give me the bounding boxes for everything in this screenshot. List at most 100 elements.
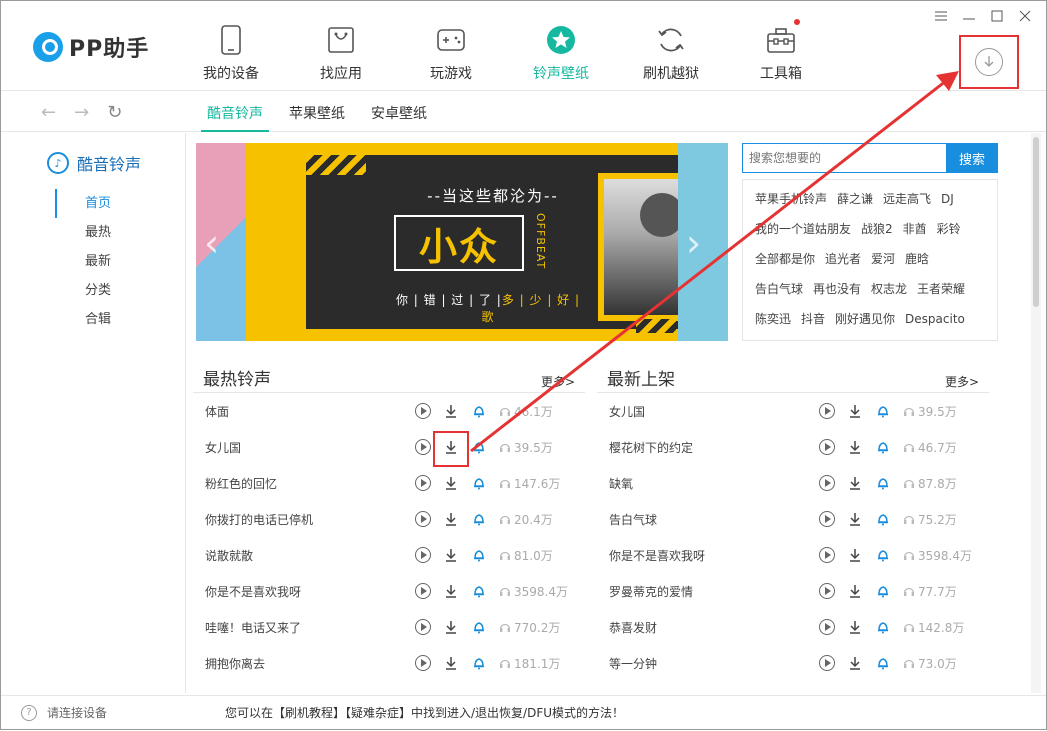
- download-icon[interactable]: [443, 583, 459, 599]
- help-icon[interactable]: ?: [21, 704, 37, 721]
- download-icon[interactable]: [847, 583, 863, 599]
- hot-word[interactable]: 彩铃: [937, 218, 961, 248]
- hot-word[interactable]: 薛之谦: [837, 188, 873, 218]
- set-ringtone-bell-icon[interactable]: [471, 403, 487, 419]
- ringtone-name[interactable]: 说散就散: [205, 547, 415, 564]
- sidebar-item-collections[interactable]: 合辑: [55, 305, 111, 334]
- play-icon[interactable]: [819, 403, 835, 419]
- download-icon[interactable]: [847, 403, 863, 419]
- set-ringtone-bell-icon[interactable]: [875, 403, 891, 419]
- hot-word[interactable]: 抖音: [801, 308, 825, 338]
- ringtone-name[interactable]: 女儿国: [205, 439, 415, 456]
- maximize-icon[interactable]: [990, 9, 1004, 23]
- download-icon[interactable]: [847, 511, 863, 527]
- set-ringtone-bell-icon[interactable]: [471, 619, 487, 635]
- ringtone-name[interactable]: 体面: [205, 403, 415, 420]
- hot-word[interactable]: 陈奕迅: [755, 308, 791, 338]
- download-icon[interactable]: [847, 655, 863, 671]
- play-icon[interactable]: [415, 655, 431, 671]
- hot-word[interactable]: 非酋: [903, 218, 927, 248]
- set-ringtone-bell-icon[interactable]: [471, 475, 487, 491]
- download-icon[interactable]: [443, 547, 459, 563]
- set-ringtone-bell-icon[interactable]: [471, 655, 487, 671]
- hot-word[interactable]: 再也没有: [813, 278, 861, 308]
- back-arrow-icon[interactable]: ←: [41, 102, 56, 123]
- ringtone-name[interactable]: 缺氧: [609, 475, 819, 492]
- play-icon[interactable]: [819, 619, 835, 635]
- hot-word[interactable]: 鹿晗: [905, 248, 929, 278]
- ringtone-name[interactable]: 哇噻！电话又来了: [205, 619, 415, 636]
- download-icon[interactable]: [847, 547, 863, 563]
- set-ringtone-bell-icon[interactable]: [471, 439, 487, 455]
- hot-word[interactable]: 告白气球: [755, 278, 803, 308]
- hot-word[interactable]: 爱河: [871, 248, 895, 278]
- scrollbar-thumb[interactable]: [1033, 137, 1039, 307]
- nav-toolbox[interactable]: 工具箱: [726, 1, 836, 91]
- promo-banner[interactable]: --当这些都沦为-- 小众 OFFBEAT 你 | 错 | 过 | 了 |多 |…: [196, 143, 728, 341]
- set-ringtone-bell-icon[interactable]: [471, 583, 487, 599]
- play-icon[interactable]: [819, 547, 835, 563]
- ringtone-name[interactable]: 你是不是喜欢我呀: [609, 547, 819, 564]
- play-icon[interactable]: [819, 439, 835, 455]
- nav-ringtones-wallpapers[interactable]: 铃声壁纸: [506, 1, 616, 91]
- download-icon[interactable]: [443, 475, 459, 491]
- status-tip[interactable]: 您可以在【刷机教程】【疑难杂症】中找到进入/退出恢复/DFU模式的方法！: [225, 704, 624, 721]
- ringtone-name[interactable]: 拥抱你离去: [205, 655, 415, 672]
- tab-kuyin-ringtones[interactable]: 酷音铃声: [201, 92, 269, 132]
- search-button[interactable]: 搜索: [946, 143, 998, 173]
- set-ringtone-bell-icon[interactable]: [875, 511, 891, 527]
- download-icon[interactable]: [443, 403, 459, 419]
- play-icon[interactable]: [819, 583, 835, 599]
- set-ringtone-bell-icon[interactable]: [471, 511, 487, 527]
- hot-word[interactable]: 远走高飞: [883, 188, 931, 218]
- download-icon[interactable]: [443, 619, 459, 635]
- download-icon[interactable]: [847, 439, 863, 455]
- refresh-icon[interactable]: ↻: [107, 102, 122, 123]
- set-ringtone-bell-icon[interactable]: [875, 583, 891, 599]
- play-icon[interactable]: [415, 583, 431, 599]
- hot-word[interactable]: 追光者: [825, 248, 861, 278]
- play-icon[interactable]: [819, 655, 835, 671]
- hot-word[interactable]: 我的一个道姑朋友: [755, 218, 851, 248]
- set-ringtone-bell-icon[interactable]: [875, 655, 891, 671]
- set-ringtone-bell-icon[interactable]: [875, 475, 891, 491]
- ringtone-name[interactable]: 恭喜发财: [609, 619, 819, 636]
- more-link[interactable]: 更多>: [541, 373, 575, 390]
- ringtone-name[interactable]: 告白气球: [609, 511, 819, 528]
- set-ringtone-bell-icon[interactable]: [875, 439, 891, 455]
- sidebar-item-categories[interactable]: 分类: [55, 276, 111, 305]
- play-icon[interactable]: [819, 475, 835, 491]
- forward-arrow-icon[interactable]: →: [74, 102, 89, 123]
- play-icon[interactable]: [415, 439, 431, 455]
- banner-prev-arrow-icon[interactable]: ‹: [204, 221, 219, 265]
- nav-find-apps[interactable]: 找应用: [286, 1, 396, 91]
- nav-flash-jailbreak[interactable]: 刷机越狱: [616, 1, 726, 91]
- ringtone-name[interactable]: 罗曼蒂克的爱情: [609, 583, 819, 600]
- sidebar-item-hottest[interactable]: 最热: [55, 218, 111, 247]
- ringtone-name[interactable]: 女儿国: [609, 403, 819, 420]
- menu-icon[interactable]: [934, 9, 948, 23]
- minimize-icon[interactable]: [962, 9, 976, 23]
- ringtone-name[interactable]: 樱花树下的约定: [609, 439, 819, 456]
- download-icon[interactable]: [847, 619, 863, 635]
- close-icon[interactable]: [1018, 9, 1032, 23]
- set-ringtone-bell-icon[interactable]: [471, 547, 487, 563]
- play-icon[interactable]: [819, 511, 835, 527]
- set-ringtone-bell-icon[interactable]: [875, 619, 891, 635]
- sidebar-item-home[interactable]: 首页: [55, 189, 111, 218]
- hot-word[interactable]: 刚好遇见你: [835, 308, 895, 338]
- play-icon[interactable]: [415, 511, 431, 527]
- hot-word[interactable]: 权志龙: [871, 278, 907, 308]
- set-ringtone-bell-icon[interactable]: [875, 547, 891, 563]
- search-input[interactable]: [742, 143, 946, 173]
- download-icon[interactable]: [443, 511, 459, 527]
- ringtone-name[interactable]: 等一分钟: [609, 655, 819, 672]
- hot-word[interactable]: 王者荣耀: [917, 278, 965, 308]
- tab-android-wallpapers[interactable]: 安卓壁纸: [365, 92, 433, 132]
- hot-word[interactable]: DJ: [941, 188, 954, 218]
- hot-word[interactable]: Despacito: [905, 308, 965, 338]
- scrollbar[interactable]: [1031, 133, 1041, 693]
- play-icon[interactable]: [415, 475, 431, 491]
- play-icon[interactable]: [415, 619, 431, 635]
- download-icon[interactable]: [443, 655, 459, 671]
